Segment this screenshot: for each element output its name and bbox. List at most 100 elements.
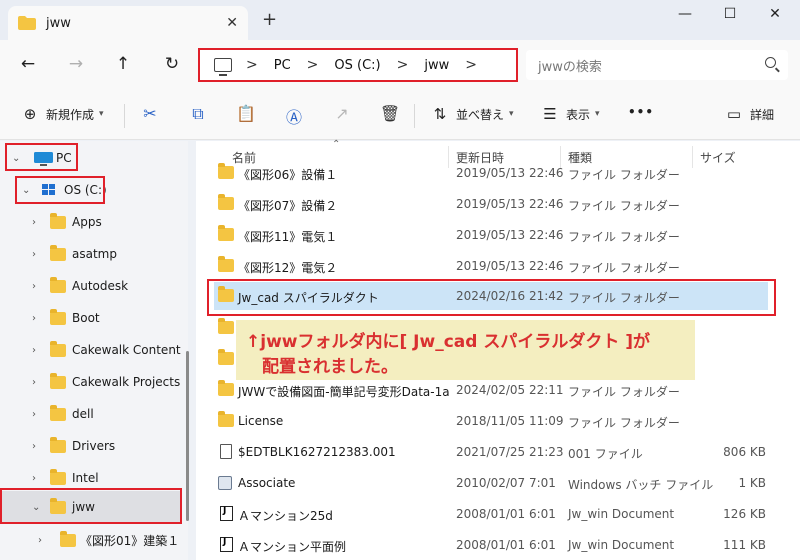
file-name: License [238,414,284,428]
annotation-line-2: 配置されました。 [262,357,398,377]
chevron-right-icon: › [32,376,36,388]
file-date: 2008/01/01 6:01 [456,507,556,521]
tree-label: 《図形01》建築１ [80,533,180,548]
tree-label: Drivers [72,439,116,453]
file-date: 2024/02/05 22:11 [456,383,564,397]
file-row[interactable]: 《図形06》設備１ 2019/05/13 22:46 ファイル フォルダー [196,158,800,189]
tree-item-folder[interactable]: › Drivers [0,431,186,461]
copy-icon[interactable]: ⧉ [186,104,210,126]
file-size: 126 KB [723,507,766,521]
file-row[interactable]: Associate 2010/02/07 7:01 Windows バッチ ファイル… [196,468,800,499]
tree-item-folder[interactable]: › Autodesk [0,271,186,301]
chevron-right-icon: › [32,248,36,260]
breadcrumb-pc[interactable]: PC [274,58,291,73]
file-row[interactable]: $EDTBLK1627212383.001 2021/07/25 21:23 001… [196,437,800,468]
navigation-bar: ← → ↑ ↻ > PC > OS (C:) > jww > jwwの検索 [0,40,800,90]
chevron-right-icon: › [32,312,36,324]
file-row[interactable]: 《図形12》電気２ 2019/05/13 22:46 ファイル フォルダー [196,251,800,282]
file-type: 001 ファイル [568,447,643,461]
file-type: Windows バッチ ファイル [568,478,714,492]
file-row[interactable]: 《図形11》電気１ 2019/05/13 22:46 ファイル フォルダー [196,220,800,251]
sort-label: 並べ替え [456,107,505,122]
details-pane-icon: ▭ [726,105,742,123]
file-row[interactable]: License 2018/11/05 11:09 ファイル フォルダー [196,406,800,437]
breadcrumb-jww[interactable]: jww [424,58,449,73]
close-window-button[interactable]: ✕ [760,6,790,22]
highlight-box [5,143,78,171]
close-tab-icon[interactable]: ✕ [226,15,238,31]
up-button[interactable]: ↑ [111,53,135,77]
minimize-button[interactable]: — [670,6,700,22]
tab-jww[interactable]: jww ✕ [8,6,248,40]
chevron-right-icon: › [32,408,36,420]
folder-icon [60,530,76,547]
tree-item-folder[interactable]: › dell [0,399,186,429]
tree-item-folder[interactable]: › Cakewalk Projects [0,367,186,397]
search-input[interactable]: jwwの検索 [526,50,788,80]
file-name: 《図形11》電気１ [238,230,338,244]
sort-icon: ⇅ [433,105,447,123]
chevron-right-icon: › [32,344,36,356]
file-date: 2019/05/13 22:46 [456,166,564,180]
view-button[interactable]: ☰ 表示 ▾ [540,105,599,123]
folder-icon [50,404,66,421]
folder-icon [218,163,234,179]
chevron-right-icon: › [32,280,36,292]
breadcrumb-drive[interactable]: OS (C:) [334,58,380,73]
tree-item-folder[interactable]: › asatmp [0,239,186,269]
file-type: Jw_win Document [568,538,675,552]
details-button[interactable]: ▭ 詳細 [724,105,774,123]
file-row[interactable]: 《図形07》設備２ 2019/05/13 22:46 ファイル フォルダー [196,189,800,220]
tree-label: Autodesk [72,279,129,293]
tree-item-folder[interactable]: › Boot [0,303,186,333]
folder-icon [218,411,234,427]
tab-title: jww [46,15,71,31]
chevron-right-icon: › [32,440,36,452]
rename-icon[interactable]: Ⓐ [282,104,306,127]
file-type: ファイル フォルダー [568,261,680,275]
file-row[interactable]: Ａマンション平面例 2008/01/01 6:01 Jw_win Document 1… [196,530,800,560]
file-name: 《図形06》設備１ [238,168,338,182]
refresh-button[interactable]: ↻ [160,53,184,77]
folder-icon [218,318,234,334]
paste-icon[interactable]: 📋 [234,104,258,126]
file-row[interactable]: Ａマンション25d 2008/01/01 6:01 Jw_win Document 1… [196,499,800,530]
chevron-down-icon: ▾ [509,109,514,119]
plus-circle-icon: ⊕ [23,105,37,123]
folder-icon [218,349,234,365]
more-options-button[interactable]: ••• [628,105,654,119]
divider [124,104,125,128]
sort-button[interactable]: ⇅ 並べ替え ▾ [430,105,514,123]
tree-label: dell [72,407,94,421]
new-label: 新規作成 [46,107,95,122]
maximize-button[interactable]: ☐ [715,6,745,22]
share-icon[interactable]: ↗ [330,104,354,126]
cut-icon[interactable]: ✂ [138,104,162,126]
back-button[interactable]: ← [16,53,40,77]
details-label: 詳細 [750,107,775,122]
folder-icon [50,372,66,389]
address-bar[interactable]: > PC > OS (C:) > jww > [198,48,518,82]
delete-icon[interactable]: 🗑 [378,104,402,126]
tree-label: Boot [72,311,100,325]
forward-button[interactable]: → [64,53,88,77]
folder-icon [50,308,66,325]
file-icon [220,444,232,459]
new-tab-button[interactable]: + [262,11,277,29]
search-placeholder: jwwの検索 [538,59,602,75]
scrollbar[interactable] [186,351,189,521]
file-type: ファイル フォルダー [568,199,680,213]
new-button[interactable]: ⊕ 新規作成 ▾ [20,105,104,123]
tree-item-folder[interactable]: › 《図形01》建築１ [0,525,186,555]
command-bar: ⊕ 新規作成 ▾ ✂ ⧉ 📋 Ⓐ ↗ 🗑 ⇅ 並べ替え ▾ ☰ 表示 ▾ •••… [0,90,800,140]
jw-document-icon [220,506,233,521]
highlight-box [0,488,182,524]
view-label: 表示 [566,107,591,122]
file-size: 111 KB [723,538,766,552]
tree-item-folder[interactable]: › Cakewalk Content [0,335,186,365]
computer-icon [214,58,232,76]
tree-item-folder[interactable]: › Apps [0,207,186,237]
chevron-right-icon: > [246,57,258,73]
chevron-right-icon: › [38,534,42,546]
file-date: 2018/11/05 11:09 [456,414,564,428]
